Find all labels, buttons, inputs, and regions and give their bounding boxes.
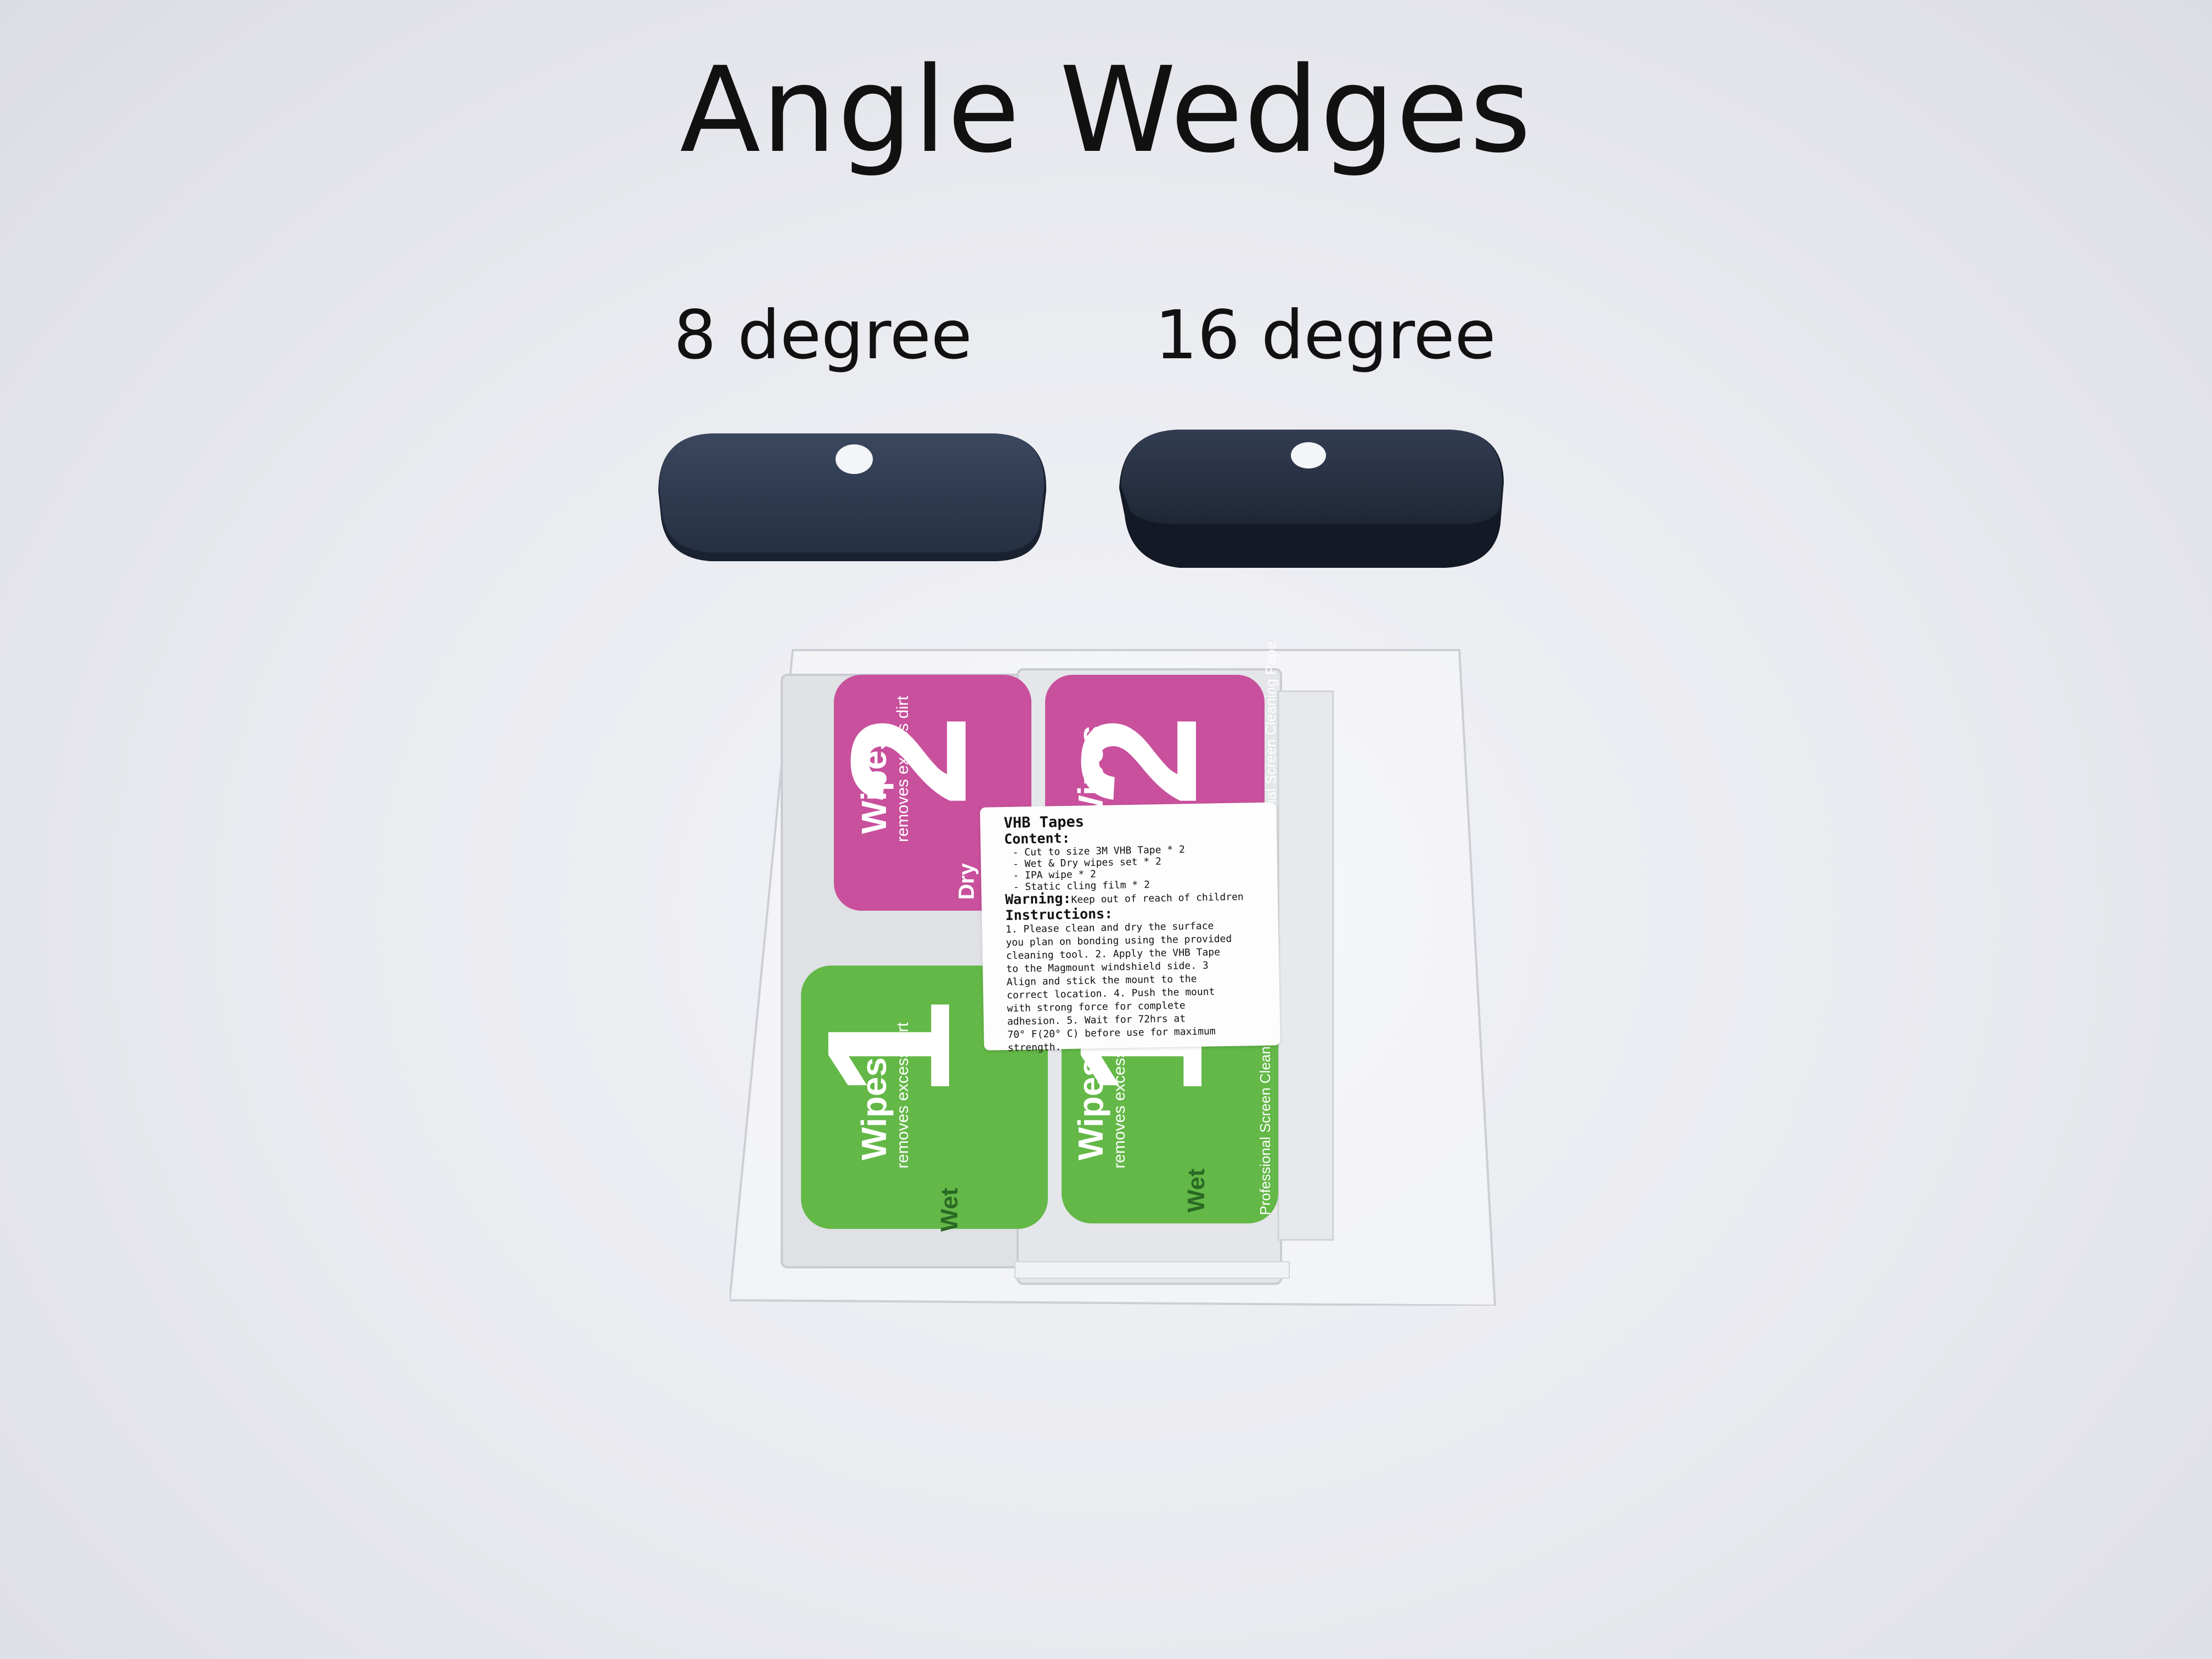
wedge-8-degree (656, 431, 1051, 573)
sticker-warning-label: Warning: (1005, 890, 1071, 907)
wedge-8-degree-label: 8 degree (674, 296, 972, 374)
wedge-16-degree-label: 16 degree (1155, 296, 1496, 374)
wipes-brand-green-left: Wipes (854, 1057, 894, 1160)
sticker-warning-text: Keep out of reach of children (1071, 891, 1244, 906)
page-title: Angle Wedges (680, 41, 1532, 179)
wipes-tagline-green-left: removes excess dirt (894, 1022, 912, 1169)
wipes-tagline-pink-left: removes excess dirt (894, 696, 912, 842)
vhb-tapes-sticker: VHB Tapes Content: - Cut to size 3M VHB … (980, 802, 1280, 1054)
wipe-type-dry: Dry (955, 863, 979, 900)
wipe-type-wet-right: Wet (1183, 1169, 1210, 1212)
wedge-16-degree (1116, 428, 1509, 573)
wipe-type-wet-left: Wet (936, 1188, 963, 1232)
wipes-brand-pink-left: Wipes (854, 731, 894, 834)
wipes-brand-green-right: Wipes (1071, 1057, 1110, 1160)
